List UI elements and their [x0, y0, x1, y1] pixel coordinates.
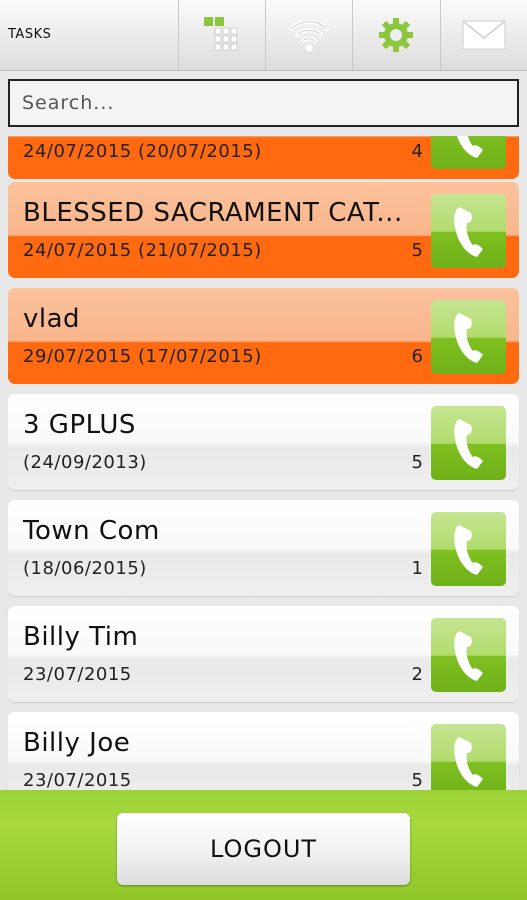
grid-icon: [204, 17, 238, 51]
task-name: Town Com: [23, 516, 160, 546]
task-count: 6: [411, 346, 423, 367]
task-dates: 23/07/2015: [23, 770, 132, 790]
gear-icon: [379, 18, 413, 52]
task-count: 1: [411, 558, 423, 579]
task-card[interactable]: 3 GPLUS (24/09/2013) 5: [8, 394, 519, 490]
task-dates: 29/07/2015 (17/07/2015): [23, 346, 262, 367]
task-card[interactable]: Town Com (18/06/2015) 1: [8, 500, 519, 596]
call-button[interactable]: [431, 406, 506, 480]
mail-button[interactable]: [440, 0, 527, 70]
task-card[interactable]: vlad 29/07/2015 (17/07/2015) 6: [8, 288, 519, 384]
task-dates: 24/07/2015 (21/07/2015): [23, 240, 262, 261]
phone-icon: [453, 419, 483, 469]
grid-button[interactable]: [178, 0, 265, 70]
tasks-title: TASKS: [8, 27, 52, 42]
call-button[interactable]: [431, 512, 506, 586]
task-card[interactable]: Billy Tim 23/07/2015 2: [8, 606, 519, 702]
task-dates: (18/06/2015): [23, 558, 147, 579]
task-card[interactable]: BLESSED SACRAMENT CAT... 24/07/2015 (21/…: [8, 182, 519, 278]
phone-icon: [453, 737, 483, 787]
task-dates: 24/07/2015 (20/07/2015): [23, 141, 262, 162]
bottom-bar: LOGOUT: [0, 790, 527, 900]
phone-icon: [456, 136, 483, 158]
call-button[interactable]: [431, 136, 506, 169]
settings-button[interactable]: [352, 0, 439, 70]
task-dates: (24/09/2013): [23, 452, 147, 473]
task-name: vlad: [23, 304, 81, 334]
call-button[interactable]: [431, 194, 506, 268]
task-list: 24/07/2015 (20/07/2015) 4 BLESSED SACRAM…: [0, 136, 527, 790]
logout-button[interactable]: LOGOUT: [117, 813, 410, 885]
task-count: 5: [411, 452, 423, 473]
task-count: 2: [411, 664, 423, 685]
call-button[interactable]: [431, 724, 506, 790]
call-button[interactable]: [431, 300, 506, 374]
task-name: 3 GPLUS: [23, 410, 136, 440]
task-count: 5: [411, 240, 423, 261]
search-input[interactable]: [8, 79, 519, 127]
task-count: 5: [411, 770, 423, 790]
phone-icon: [453, 207, 483, 257]
mail-icon: [462, 20, 506, 50]
task-name: Billy Tim: [23, 622, 139, 652]
wifi-icon: [289, 19, 329, 52]
phone-icon: [453, 631, 483, 681]
task-count: 4: [411, 141, 423, 162]
call-button[interactable]: [431, 618, 506, 692]
top-toolbar: TASKS: [0, 0, 527, 71]
search-bar: [0, 71, 527, 136]
phone-icon: [453, 525, 483, 575]
task-dates: 23/07/2015: [23, 664, 132, 685]
phone-icon: [453, 313, 483, 363]
wifi-button[interactable]: [265, 0, 352, 70]
task-name: Billy Joe: [23, 728, 131, 758]
task-name: BLESSED SACRAMENT CAT...: [23, 198, 403, 228]
task-card[interactable]: Billy Joe 23/07/2015 5: [8, 712, 519, 790]
task-card[interactable]: 24/07/2015 (20/07/2015) 4: [8, 136, 519, 179]
